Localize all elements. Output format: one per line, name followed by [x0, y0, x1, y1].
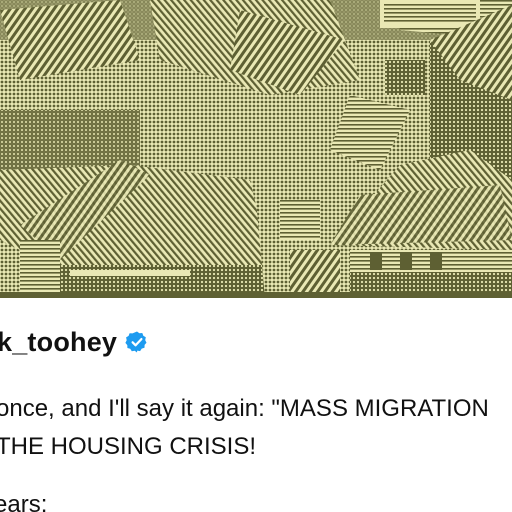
house-rooftops-photo [0, 0, 512, 298]
verified-badge-icon [125, 330, 149, 354]
post-text-line-2: THE HOUSING CRISIS! [0, 433, 257, 460]
post-text: once, and I'll say it again: "MASS MIGRA… [0, 390, 512, 512]
post-image[interactable] [0, 0, 512, 298]
post-author[interactable]: k_toohey [0, 322, 149, 362]
username[interactable]: k_toohey [0, 327, 117, 358]
post-text-line-3: ears: [0, 491, 48, 512]
post-text-line-1: once, and I'll say it again: "MASS MIGRA… [0, 395, 489, 422]
tweet-view: k_toohey once, and I'll say it again: "M… [0, 0, 512, 512]
